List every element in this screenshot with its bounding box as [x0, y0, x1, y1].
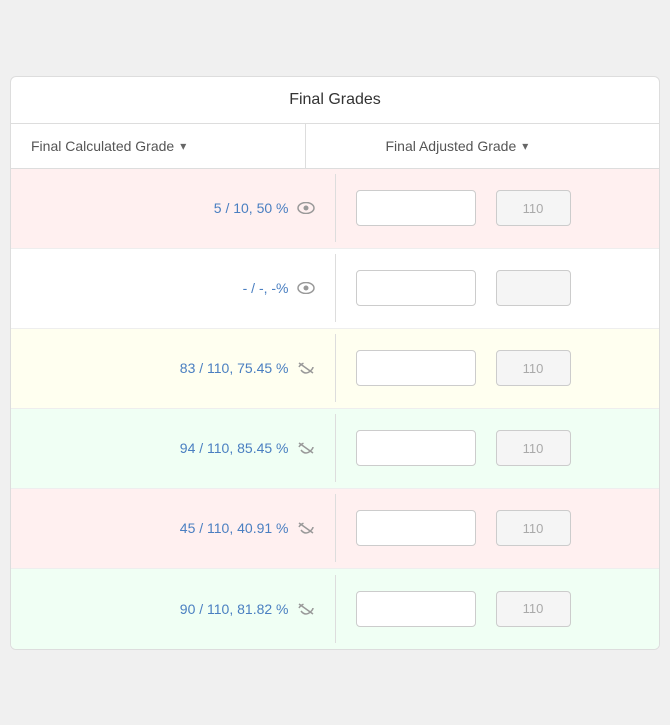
column-headers: Final Calculated Grade ▾ Final Adjusted …: [11, 124, 659, 169]
points-display: [496, 270, 571, 306]
calc-grade-value: - / -, -%: [243, 280, 289, 296]
calc-grade-cell: 45 / 110, 40.91 %: [11, 504, 335, 552]
table-row: 5 / 10, 50 % 110: [11, 169, 659, 249]
table-row: 94 / 110, 85.45 % 110: [11, 409, 659, 489]
divider: [484, 350, 488, 386]
calc-grade-value: 94 / 110, 85.45 %: [180, 440, 289, 456]
calc-grade-cell: 94 / 110, 85.45 %: [11, 424, 335, 472]
points-display: 110: [496, 430, 571, 466]
calc-grade-value: 83 / 110, 75.45 %: [180, 360, 289, 376]
eye-icon[interactable]: [297, 202, 315, 214]
points-display: 110: [496, 591, 571, 627]
final-grades-card: Final Grades Final Calculated Grade ▾ Fi…: [10, 76, 660, 650]
right-column-chevron-icon[interactable]: ▾: [522, 139, 528, 153]
visibility-off-icon[interactable]: [297, 602, 315, 616]
calc-grade-cell: - / -, -%: [11, 264, 335, 312]
table-row: - / -, -%: [11, 249, 659, 329]
rows-container: 5 / 10, 50 % 110 - / -, -% 83 / 110,: [11, 169, 659, 649]
calc-grade-value: 45 / 110, 40.91 %: [180, 520, 289, 536]
card-title: Final Grades: [289, 91, 381, 108]
adjusted-grade-cell: 110: [335, 334, 660, 402]
points-display: 110: [496, 350, 571, 386]
adjusted-grade-input[interactable]: [356, 430, 476, 466]
adjusted-grade-input[interactable]: [356, 350, 476, 386]
adjusted-grade-cell: 110: [335, 174, 660, 242]
visibility-off-icon[interactable]: [297, 521, 315, 535]
divider: [484, 510, 488, 546]
points-display: 110: [496, 510, 571, 546]
adjusted-grade-input[interactable]: [356, 510, 476, 546]
visibility-off-icon[interactable]: [297, 361, 315, 375]
table-row: 83 / 110, 75.45 % 110: [11, 329, 659, 409]
table-row: 45 / 110, 40.91 % 110: [11, 489, 659, 569]
adjusted-grade-cell: 110: [335, 414, 660, 482]
adjusted-grade-cell: [335, 254, 660, 322]
right-column-header[interactable]: Final Adjusted Grade ▾: [305, 124, 660, 168]
left-column-chevron-icon[interactable]: ▾: [180, 139, 186, 153]
calc-grade-value: 90 / 110, 81.82 %: [180, 601, 289, 617]
adjusted-grade-input[interactable]: [356, 591, 476, 627]
left-column-label: Final Calculated Grade: [31, 138, 174, 154]
adjusted-grade-cell: 110: [335, 494, 660, 562]
divider: [484, 270, 488, 306]
divider: [484, 591, 488, 627]
card-header: Final Grades: [11, 77, 659, 124]
adjusted-grade-input[interactable]: [356, 270, 476, 306]
left-column-header[interactable]: Final Calculated Grade ▾: [11, 124, 305, 168]
calc-grade-value: 5 / 10, 50 %: [214, 200, 289, 216]
calc-grade-cell: 83 / 110, 75.45 %: [11, 344, 335, 392]
points-display: 110: [496, 190, 571, 226]
eye-icon[interactable]: [297, 282, 315, 294]
adjusted-grade-input[interactable]: [356, 190, 476, 226]
visibility-off-icon[interactable]: [297, 441, 315, 455]
table-row: 90 / 110, 81.82 % 110: [11, 569, 659, 649]
right-column-label: Final Adjusted Grade: [386, 138, 517, 154]
adjusted-grade-cell: 110: [335, 575, 660, 643]
calc-grade-cell: 5 / 10, 50 %: [11, 184, 335, 232]
calc-grade-cell: 90 / 110, 81.82 %: [11, 585, 335, 633]
divider: [484, 430, 488, 466]
divider: [484, 190, 488, 226]
